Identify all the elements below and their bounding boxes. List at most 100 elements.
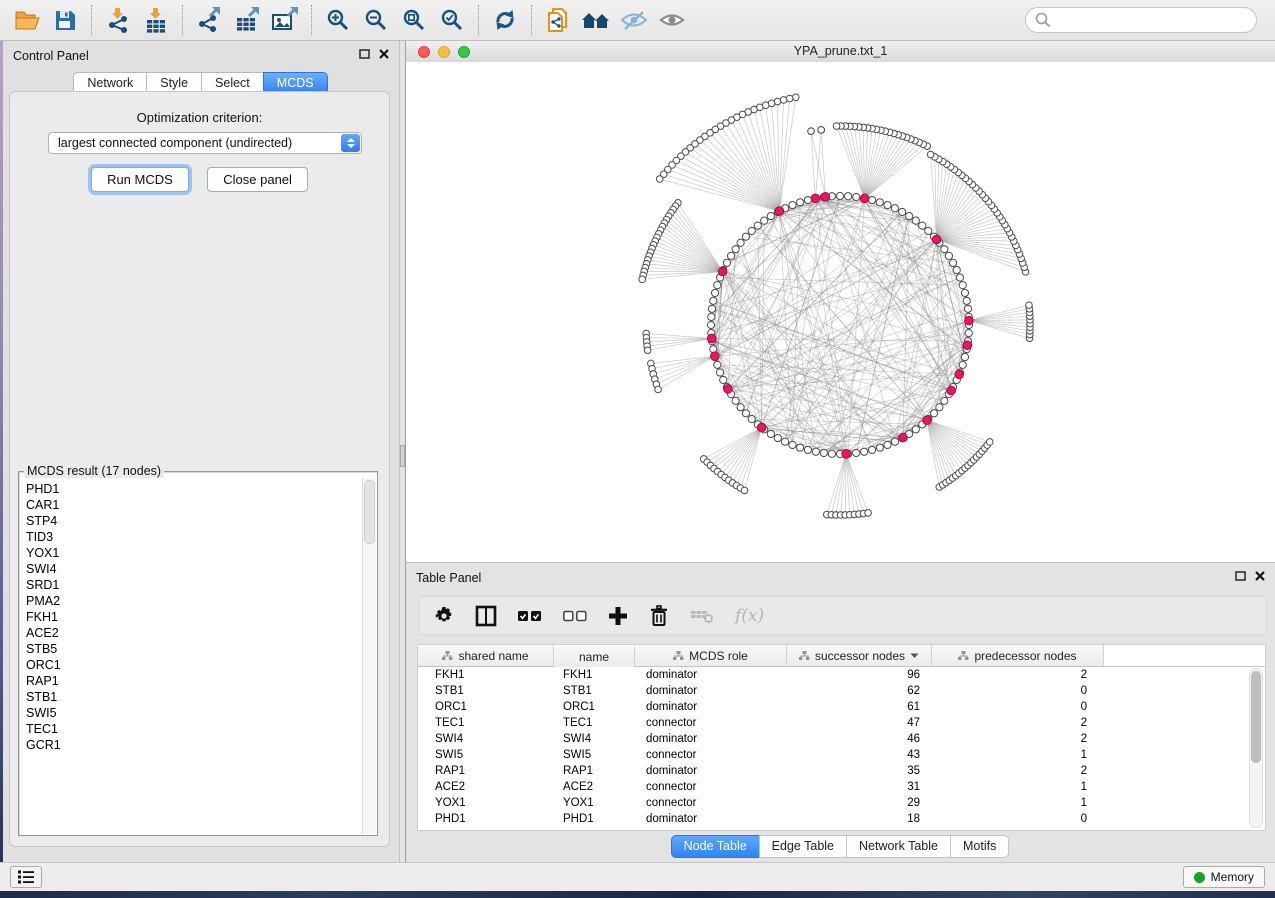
function-builder-button[interactable]: f(x) [735, 606, 764, 626]
table-row[interactable]: RAP1RAP1dominator352 [418, 763, 1265, 779]
close-panel-button[interactable]: Close panel [207, 167, 308, 192]
mcds-result-item[interactable]: CAR1 [26, 497, 363, 513]
table-scrollbar[interactable] [1249, 668, 1263, 828]
save-session-button[interactable] [46, 4, 84, 36]
search-input[interactable] [1052, 9, 1256, 31]
search-box[interactable] [1025, 7, 1257, 33]
table-cell: 0 [932, 699, 1104, 715]
mcds-result-item[interactable]: PMA2 [26, 593, 363, 609]
export-network-button[interactable] [190, 4, 228, 36]
close-panel-icon[interactable] [1255, 571, 1265, 581]
add-row-button[interactable] [608, 606, 628, 626]
mcds-result-item[interactable]: SWI4 [26, 561, 363, 577]
tab-node-table[interactable]: Node Table [671, 835, 760, 858]
import-network-button[interactable] [99, 4, 137, 36]
export-table-button[interactable] [228, 4, 266, 36]
mcds-result-item[interactable]: GCR1 [26, 737, 363, 753]
table-row[interactable]: STB1STB1dominator620 [418, 683, 1265, 699]
mcds-result-item[interactable]: ORC1 [26, 657, 363, 673]
delete-table-button[interactable] [690, 607, 714, 625]
table-scrollbar-thumb[interactable] [1251, 671, 1261, 763]
splitter-handle[interactable] [400, 445, 405, 467]
mcds-result-item[interactable]: SWI5 [26, 705, 363, 721]
tab-edge-table[interactable]: Edge Table [759, 835, 847, 858]
mcds-result-item[interactable]: ACE2 [26, 625, 363, 641]
select-all-button[interactable] [518, 610, 542, 622]
float-panel-icon[interactable] [1235, 571, 1246, 581]
table-row[interactable]: SWI4SWI4dominator462 [418, 731, 1265, 747]
float-panel-icon[interactable] [359, 49, 370, 59]
column-header-successor-nodes[interactable]: successor nodes [787, 645, 932, 666]
table-columns-button[interactable] [475, 605, 497, 627]
table-cell: YOX1 [554, 795, 635, 811]
eye-slash-icon [620, 8, 648, 32]
mcds-list-scrollbar[interactable] [362, 478, 376, 834]
zoom-out-button[interactable] [357, 4, 395, 36]
table-tabs: Node TableEdge TableNetwork TableMotifs [406, 835, 1275, 858]
first-neighbors-button[interactable] [577, 4, 615, 36]
column-header-predecessor-nodes[interactable]: predecessor nodes [932, 645, 1104, 666]
vertical-splitter[interactable] [399, 41, 406, 862]
table-row[interactable]: ORC1ORC1dominator610 [418, 699, 1265, 715]
toolbar-separator [311, 5, 312, 35]
mcds-result-item[interactable]: SRD1 [26, 577, 363, 593]
table-row[interactable]: YOX1YOX1connector291 [418, 795, 1265, 811]
mcds-result-item[interactable]: STB5 [26, 641, 363, 657]
table-row[interactable]: FKH1FKH1dominator962 [418, 667, 1265, 683]
zoom-fit-button[interactable] [395, 4, 433, 36]
mcds-result-item[interactable]: STB1 [26, 689, 363, 705]
deselect-all-button[interactable] [563, 610, 587, 622]
optimization-criterion-select[interactable]: largest connected component (undirected) [48, 132, 362, 154]
refresh-button[interactable] [486, 4, 524, 36]
export-image-button[interactable] [266, 4, 304, 36]
column-header-MCDS-role[interactable]: MCDS role [635, 645, 787, 666]
mcds-result-list[interactable]: PHD1CAR1STP4TID3YOX1SWI4SRD1PMA2FKH1ACE2… [19, 478, 363, 835]
checked-boxes-icon [518, 610, 542, 622]
toolbar-separator [91, 5, 92, 35]
mcds-result-item[interactable]: STP4 [26, 513, 363, 529]
show-all-button[interactable] [653, 4, 691, 36]
import-table-button[interactable] [137, 4, 175, 36]
table-cell: dominator [635, 699, 787, 715]
table-cell: connector [635, 747, 787, 763]
table-row[interactable]: ACE2ACE2connector311 [418, 779, 1265, 795]
open-file-button[interactable] [8, 4, 46, 36]
memory-button[interactable]: Memory [1183, 866, 1265, 888]
tab-network-table[interactable]: Network Table [846, 835, 951, 858]
show-panel-list-button[interactable] [10, 866, 42, 888]
control-panel: Control Panel NetworkStyleSelectMCDS Opt… [3, 41, 399, 862]
table-cell: dominator [635, 811, 787, 827]
zoom-in-button[interactable] [319, 4, 357, 36]
table-cell: 47 [787, 715, 932, 731]
duplicate-network-button[interactable] [539, 4, 577, 36]
network-canvas[interactable] [406, 62, 1275, 562]
delete-row-button[interactable] [649, 605, 669, 627]
gear-icon [434, 606, 454, 626]
mcds-result-item[interactable]: YOX1 [26, 545, 363, 561]
table-row[interactable]: TEC1TEC1connector472 [418, 715, 1265, 731]
zoom-out-icon [364, 8, 388, 32]
table-row[interactable]: SWI5SWI5connector431 [418, 747, 1265, 763]
table-row[interactable]: PHD1PHD1dominator180 [418, 811, 1265, 827]
mcds-result-item[interactable]: RAP1 [26, 673, 363, 689]
search-icon [1034, 11, 1052, 29]
table-cell: ACE2 [554, 779, 635, 795]
mcds-result-item[interactable]: TEC1 [26, 721, 363, 737]
run-mcds-button[interactable]: Run MCDS [91, 167, 189, 192]
hide-selected-button[interactable] [615, 4, 653, 36]
mcds-result-item[interactable]: TID3 [26, 529, 363, 545]
column-type-icon [799, 651, 810, 661]
tab-motifs[interactable]: Motifs [950, 835, 1009, 858]
mcds-result-item[interactable]: FKH1 [26, 609, 363, 625]
table-cell: 1 [932, 795, 1104, 811]
table-cell: STB1 [418, 683, 554, 699]
columns-icon [475, 605, 497, 627]
table-settings-button[interactable] [434, 606, 454, 626]
save-icon [53, 8, 77, 32]
column-header-name[interactable]: name [554, 646, 635, 667]
table-cell: connector [635, 715, 787, 731]
close-panel-icon[interactable] [379, 49, 389, 59]
column-header-shared-name[interactable]: shared name [418, 645, 554, 666]
zoom-selected-button[interactable] [433, 4, 471, 36]
mcds-result-item[interactable]: PHD1 [26, 481, 363, 497]
